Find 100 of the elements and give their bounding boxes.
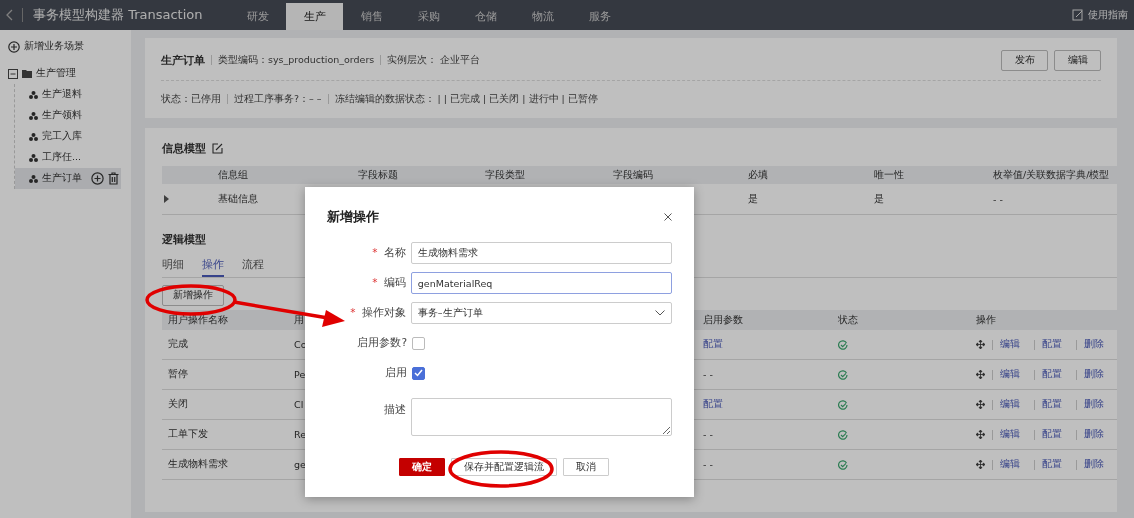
add-icon[interactable] bbox=[91, 172, 104, 185]
tree-item[interactable]: 生产订单 bbox=[15, 168, 121, 189]
tree-item[interactable]: 完工入库 bbox=[15, 126, 123, 147]
edit-icon[interactable] bbox=[212, 142, 223, 154]
section-title: 信息模型 bbox=[162, 140, 206, 156]
dialog-button[interactable]: 保存并配置逻辑流 bbox=[451, 458, 557, 476]
folder-icon bbox=[22, 69, 32, 78]
field-label: 描述 bbox=[383, 403, 406, 415]
move-icon[interactable] bbox=[976, 340, 985, 349]
checkbox[interactable] bbox=[412, 336, 425, 350]
action-link[interactable]: 删除 bbox=[1084, 428, 1104, 441]
move-icon[interactable] bbox=[976, 370, 985, 379]
text-field[interactable]: genMaterialReq bbox=[410, 272, 672, 294]
table-cell: 是 bbox=[874, 192, 884, 204]
table-cell: 生成物料需求 bbox=[168, 458, 228, 471]
column-header: 字段类型 bbox=[484, 168, 526, 182]
meta-text: 实例层次： 企业平台 bbox=[387, 53, 481, 67]
action-link[interactable]: 编辑 bbox=[1000, 368, 1020, 381]
table-cell: - - bbox=[703, 459, 713, 470]
column-header: 状态 bbox=[837, 313, 859, 327]
action-button[interactable]: 编辑 bbox=[1054, 49, 1101, 71]
column-header: 枚举值/关联数据字典/模型 bbox=[992, 168, 1111, 182]
table-cell: ge bbox=[294, 459, 306, 470]
tree-group-label[interactable]: 生产管理 bbox=[36, 67, 76, 80]
action-link[interactable]: 编辑 bbox=[1000, 338, 1020, 351]
meta-text: 类型编码：sys_production_orders bbox=[218, 53, 375, 67]
action-link[interactable]: 配置 bbox=[1042, 338, 1062, 351]
column-header: 字段编码 bbox=[612, 168, 654, 182]
tree-item[interactable]: 生产领料 bbox=[15, 105, 123, 126]
field-label: 编码 bbox=[383, 276, 406, 288]
select-field[interactable]: 事务–生产订单 bbox=[410, 302, 672, 324]
dialog-button[interactable]: 取消 bbox=[563, 458, 609, 476]
table-cell: - - bbox=[993, 193, 1003, 205]
nav-tab[interactable]: 研发 bbox=[229, 3, 286, 30]
column-header: 启用参数 bbox=[702, 313, 744, 327]
column-header: 操作 bbox=[975, 313, 997, 327]
cluster-icon bbox=[29, 174, 38, 183]
move-icon[interactable] bbox=[976, 400, 985, 409]
checkbox[interactable] bbox=[412, 366, 425, 380]
confirm-button[interactable]: 确定 bbox=[399, 458, 445, 476]
table-cell: 完成 bbox=[168, 338, 188, 351]
app-title: 事务模型构建器 Transaction bbox=[33, 6, 204, 24]
table-cell: Cl bbox=[294, 399, 304, 410]
action-link[interactable]: 配置 bbox=[1042, 428, 1062, 441]
table-cell: Pe bbox=[294, 369, 306, 380]
action-link[interactable]: 编辑 bbox=[1000, 398, 1020, 411]
table-cell: 暂停 bbox=[168, 368, 188, 381]
field-label: 启用 bbox=[385, 366, 407, 378]
record-title: 生产订单 bbox=[161, 52, 205, 68]
tree-item-label: 生产订单 bbox=[42, 172, 82, 185]
action-link[interactable]: 配置 bbox=[1042, 368, 1062, 381]
nav-tab[interactable]: 生产 bbox=[286, 3, 343, 30]
table-cell: Re bbox=[294, 429, 307, 440]
action-button[interactable]: 发布 bbox=[1001, 49, 1048, 71]
nav-tab[interactable]: 物流 bbox=[514, 3, 571, 30]
note-icon bbox=[1072, 9, 1084, 21]
action-link[interactable]: 编辑 bbox=[1000, 428, 1020, 441]
table-cell: - - bbox=[703, 369, 713, 380]
nav-tab[interactable]: 销售 bbox=[343, 3, 400, 30]
back-icon[interactable] bbox=[6, 9, 14, 21]
nav-tab[interactable]: 仓储 bbox=[457, 3, 514, 30]
chevron-down-icon bbox=[655, 310, 665, 316]
configure-link[interactable]: 配置 bbox=[703, 338, 723, 351]
table-cell: 基础信息 bbox=[218, 192, 258, 204]
tab[interactable]: 明细 bbox=[162, 255, 184, 277]
configure-link[interactable]: 配置 bbox=[703, 398, 723, 411]
status-text: 过程工序事务?：– – bbox=[234, 92, 322, 106]
cluster-icon bbox=[29, 90, 38, 99]
nav-tab[interactable]: 服务 bbox=[571, 3, 628, 30]
add-scene-button[interactable]: 新增业务场景 bbox=[8, 40, 84, 53]
description-field[interactable] bbox=[410, 398, 672, 436]
tab[interactable]: 操作 bbox=[202, 255, 224, 277]
move-icon[interactable] bbox=[976, 430, 985, 439]
tree-item[interactable]: 工序任... bbox=[15, 147, 123, 168]
status-text: 冻结编辑的数据状态： | | 已完成 | 已关闭 | 进行中 | 已暂停 bbox=[334, 92, 598, 106]
action-link[interactable]: 配置 bbox=[1042, 458, 1062, 471]
move-icon[interactable] bbox=[976, 460, 985, 469]
tree-item[interactable]: 生产退料 bbox=[15, 84, 123, 105]
column-header: 字段标题 bbox=[357, 168, 399, 182]
text-field[interactable]: 生成物料需求 bbox=[410, 242, 672, 264]
required-mark: * bbox=[350, 306, 356, 318]
column-header: 用户操作名称 bbox=[167, 313, 229, 327]
action-link[interactable]: 删除 bbox=[1084, 458, 1104, 471]
action-link[interactable]: 配置 bbox=[1042, 398, 1062, 411]
tab[interactable]: 流程 bbox=[242, 255, 264, 277]
guide-link[interactable]: 使用指南 bbox=[1072, 8, 1128, 22]
collapse-icon[interactable] bbox=[8, 68, 18, 79]
dialog-title: 新增操作 bbox=[327, 208, 379, 226]
action-link[interactable]: 删除 bbox=[1084, 368, 1104, 381]
nav-tab[interactable]: 采购 bbox=[400, 3, 457, 30]
action-link[interactable]: 删除 bbox=[1084, 338, 1104, 351]
table-cell: 是 bbox=[748, 192, 758, 204]
close-icon[interactable] bbox=[664, 213, 672, 221]
action-link[interactable]: 删除 bbox=[1084, 398, 1104, 411]
caret-right-icon[interactable] bbox=[164, 195, 169, 203]
trash-icon[interactable] bbox=[108, 172, 119, 185]
action-link[interactable]: 编辑 bbox=[1000, 458, 1020, 471]
field-label: 操作对象 bbox=[361, 306, 406, 318]
tree-item-label: 生产领料 bbox=[42, 109, 82, 122]
required-mark: * bbox=[372, 246, 378, 258]
